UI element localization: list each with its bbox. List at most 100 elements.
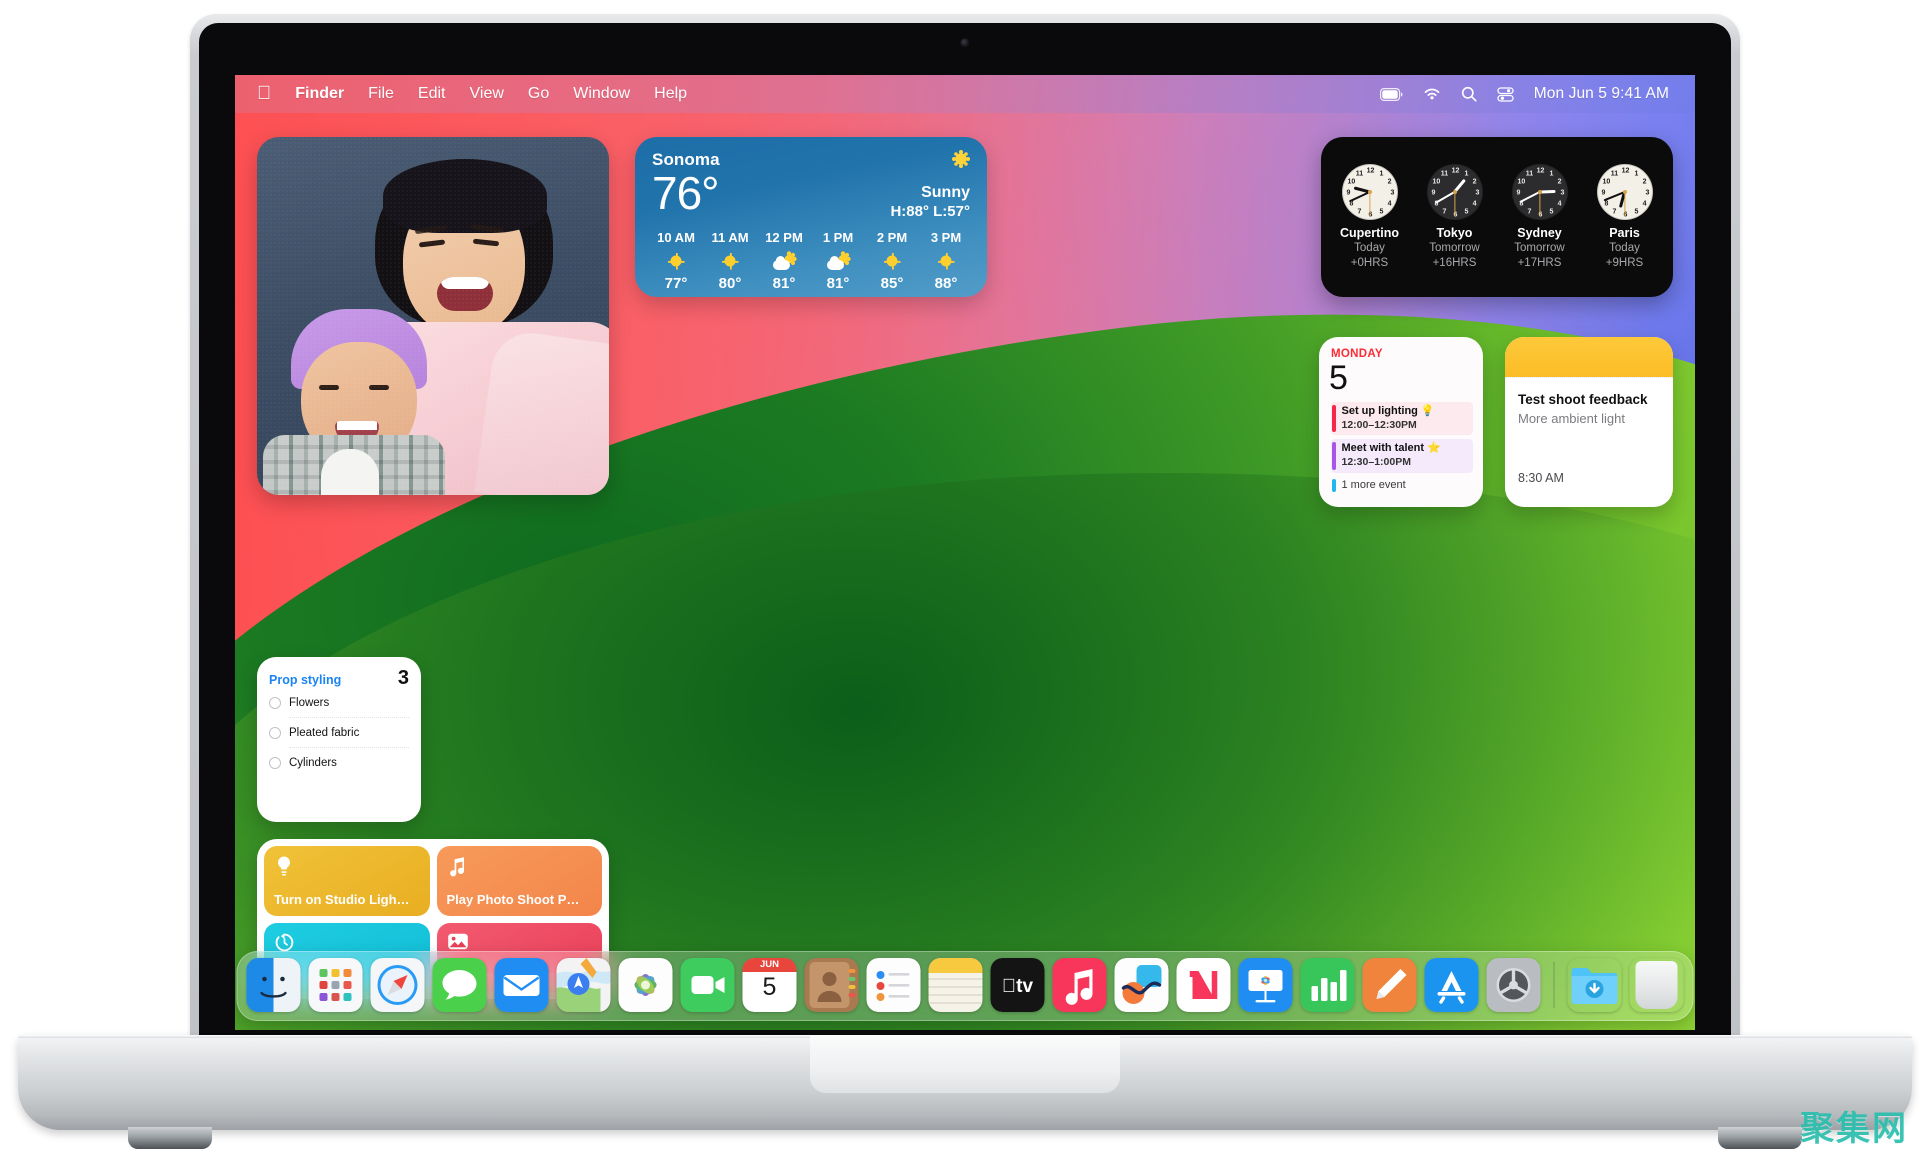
forecast-hour: 3 PM 88°	[922, 230, 970, 292]
desktop-screen:  Finder File Edit View Go Window Help	[235, 75, 1695, 1030]
reminders-count: 3	[397, 667, 409, 689]
reminders-widget[interactable]: Prop styling 3 Flowers Pleated fabric Cy…	[257, 657, 421, 822]
calendar-event-title: Set up lighting	[1341, 405, 1418, 417]
shortcut-turn-on-studio-lights[interactable]: Turn on Studio Ligh…	[264, 846, 430, 916]
forecast-temp: 81°	[772, 275, 796, 292]
calendar-more-label: 1 more event	[1341, 479, 1406, 492]
menu-item-edit[interactable]: Edit	[418, 85, 446, 103]
lightbulb-emoji-icon: 💡	[1420, 405, 1435, 417]
shortcut-label: Play Photo Shoot P…	[446, 891, 580, 907]
clock-city: Sydney	[1517, 225, 1562, 240]
sun-icon	[721, 252, 739, 270]
dock-item-numbers[interactable]	[1300, 958, 1355, 1012]
dock-item-launchpad[interactable]	[308, 958, 363, 1012]
dock-item-facetime[interactable]	[680, 958, 735, 1012]
dock-item-finder[interactable]	[246, 958, 301, 1012]
menu-item-finder[interactable]: Finder	[295, 85, 344, 103]
forecast-hour: 12 PM 81°	[760, 230, 808, 292]
calendar-widget[interactable]: MONDAY 5 Set up lighting 💡 12:00–12:30PM …	[1319, 337, 1483, 507]
reminder-item[interactable]: Flowers	[269, 688, 409, 709]
dock-divider	[1553, 962, 1555, 1008]
checkbox-circle-icon[interactable]	[269, 727, 281, 739]
dock-item-notes[interactable]	[928, 958, 983, 1012]
clock-offset: +16HRS	[1432, 256, 1477, 269]
search-icon[interactable]	[1461, 86, 1477, 102]
dock-item-mail[interactable]	[494, 958, 549, 1012]
checkbox-circle-icon[interactable]	[269, 757, 281, 769]
reminders-list-title: Prop styling	[269, 673, 342, 687]
shortcut-play-photo-shoot-playlist[interactable]: Play Photo Shoot P…	[436, 846, 602, 916]
analog-clock-face: 12 11 10 9 8 7 6 5 4 3 2 1	[1341, 163, 1398, 220]
dock-item-appletv[interactable]: tv	[990, 958, 1045, 1012]
clock-cupertino: 12 11 10 9 8 7 6 5 4 3 2 1 Cupertino Today +0HRS	[1331, 163, 1409, 270]
calendar-event[interactable]: Meet with talent ⭐ 12:30–1:00PM	[1331, 439, 1473, 473]
control-center-icon[interactable]	[1497, 86, 1514, 102]
dock-item-appstore[interactable]	[1424, 958, 1479, 1012]
clock-tokyo: 12 11 10 9 8 7 6 5 4 3 2 1 Tokyo Tomorrow +16HRS	[1416, 163, 1494, 270]
reminder-label: Cylinders	[289, 757, 337, 769]
site-watermark: 聚集网	[1800, 1109, 1908, 1149]
dock-item-keynote[interactable]	[1238, 958, 1293, 1012]
dock-item-news[interactable]	[1176, 958, 1231, 1012]
dock-item-calendar[interactable]: JUN 5	[742, 958, 797, 1012]
menu-item-file[interactable]: File	[368, 85, 394, 103]
notes-header-band	[1505, 337, 1673, 377]
reminder-item[interactable]: Cylinders	[269, 748, 409, 769]
calendar-badge-day: 5	[762, 973, 777, 1001]
menu-item-view[interactable]: View	[470, 85, 504, 103]
dock-item-system-settings[interactable]	[1486, 958, 1541, 1012]
partly-cloudy-icon	[773, 253, 795, 270]
forecast-time: 11 AM	[711, 230, 749, 245]
menu-item-window[interactable]: Window	[573, 85, 630, 103]
clock-city: Tokyo	[1436, 225, 1473, 240]
dock-item-photos[interactable]	[618, 958, 673, 1012]
reminder-item[interactable]: Pleated fabric	[269, 718, 409, 739]
battery-icon[interactable]	[1379, 87, 1403, 101]
calendar-event[interactable]: Set up lighting 💡 12:00–12:30PM	[1331, 402, 1473, 436]
dock-item-reminders[interactable]	[866, 958, 921, 1012]
world-clock-widget[interactable]: 12 11 10 9 8 7 6 5 4 3 2 1 Cupertino Today +0HRS 12…	[1321, 137, 1673, 297]
calendar-more-events[interactable]: 1 more event	[1331, 477, 1473, 492]
analog-clock-face: 12 11 10 9 8 7 6 5 4 3 2 1	[1596, 163, 1653, 220]
forecast-temp: 88°	[934, 275, 958, 292]
weather-widget[interactable]: Sonoma 76° Sunny H:88° L:57° 10 AM 77° 1…	[635, 137, 987, 297]
dock-item-maps[interactable]	[556, 958, 611, 1012]
laptop-foot-left	[128, 1127, 212, 1149]
dock-item-trash[interactable]	[1630, 958, 1684, 1012]
wifi-icon[interactable]	[1423, 87, 1441, 101]
dock-item-pages[interactable]	[1362, 958, 1417, 1012]
notes-widget[interactable]: Test shoot feedback More ambient light 8…	[1505, 337, 1673, 507]
apple-logo-icon[interactable]: 	[257, 84, 271, 103]
dock-item-safari[interactable]	[370, 958, 425, 1012]
menu-bar:  Finder File Edit View Go Window Help	[235, 75, 1695, 113]
sun-icon	[952, 150, 970, 168]
clock-city: Cupertino	[1339, 225, 1400, 240]
forecast-time: 3 PM	[930, 230, 962, 245]
calendar-day-of-week: MONDAY	[1331, 348, 1383, 360]
menu-item-help[interactable]: Help	[654, 85, 687, 103]
checkbox-circle-icon[interactable]	[269, 697, 281, 709]
clock-day: Tomorrow	[1514, 242, 1565, 255]
dock-item-contacts[interactable]	[804, 958, 859, 1012]
menu-bar-clock[interactable]: Mon Jun 5 9:41 AM	[1534, 85, 1669, 103]
photos-widget[interactable]	[257, 137, 609, 495]
forecast-time: 10 AM	[657, 230, 695, 245]
dock-item-freeform[interactable]	[1114, 958, 1169, 1012]
screenshot-root:  Finder File Edit View Go Window Help	[0, 0, 1930, 1162]
macbook-lid:  Finder File Edit View Go Window Help	[190, 14, 1740, 1049]
dock-item-messages[interactable]	[432, 958, 487, 1012]
clock-offset: +17HRS	[1517, 256, 1562, 269]
dock-item-downloads-folder[interactable]	[1568, 958, 1622, 1012]
dock-item-music[interactable]	[1052, 958, 1107, 1012]
screen-bezel:  Finder File Edit View Go Window Help	[199, 23, 1731, 1049]
forecast-temp: 81°	[826, 275, 850, 292]
clock-day: Today	[1354, 242, 1385, 255]
star-emoji-icon: ⭐	[1427, 442, 1441, 455]
sun-icon	[883, 252, 901, 270]
forecast-temp: 80°	[718, 275, 742, 292]
menu-item-go[interactable]: Go	[528, 85, 549, 103]
shortcut-label: Turn on Studio Ligh…	[274, 891, 410, 907]
display-notch	[876, 23, 1054, 61]
clock-offset: +9HRS	[1605, 256, 1644, 269]
forecast-hour: 10 AM 77°	[652, 230, 700, 292]
